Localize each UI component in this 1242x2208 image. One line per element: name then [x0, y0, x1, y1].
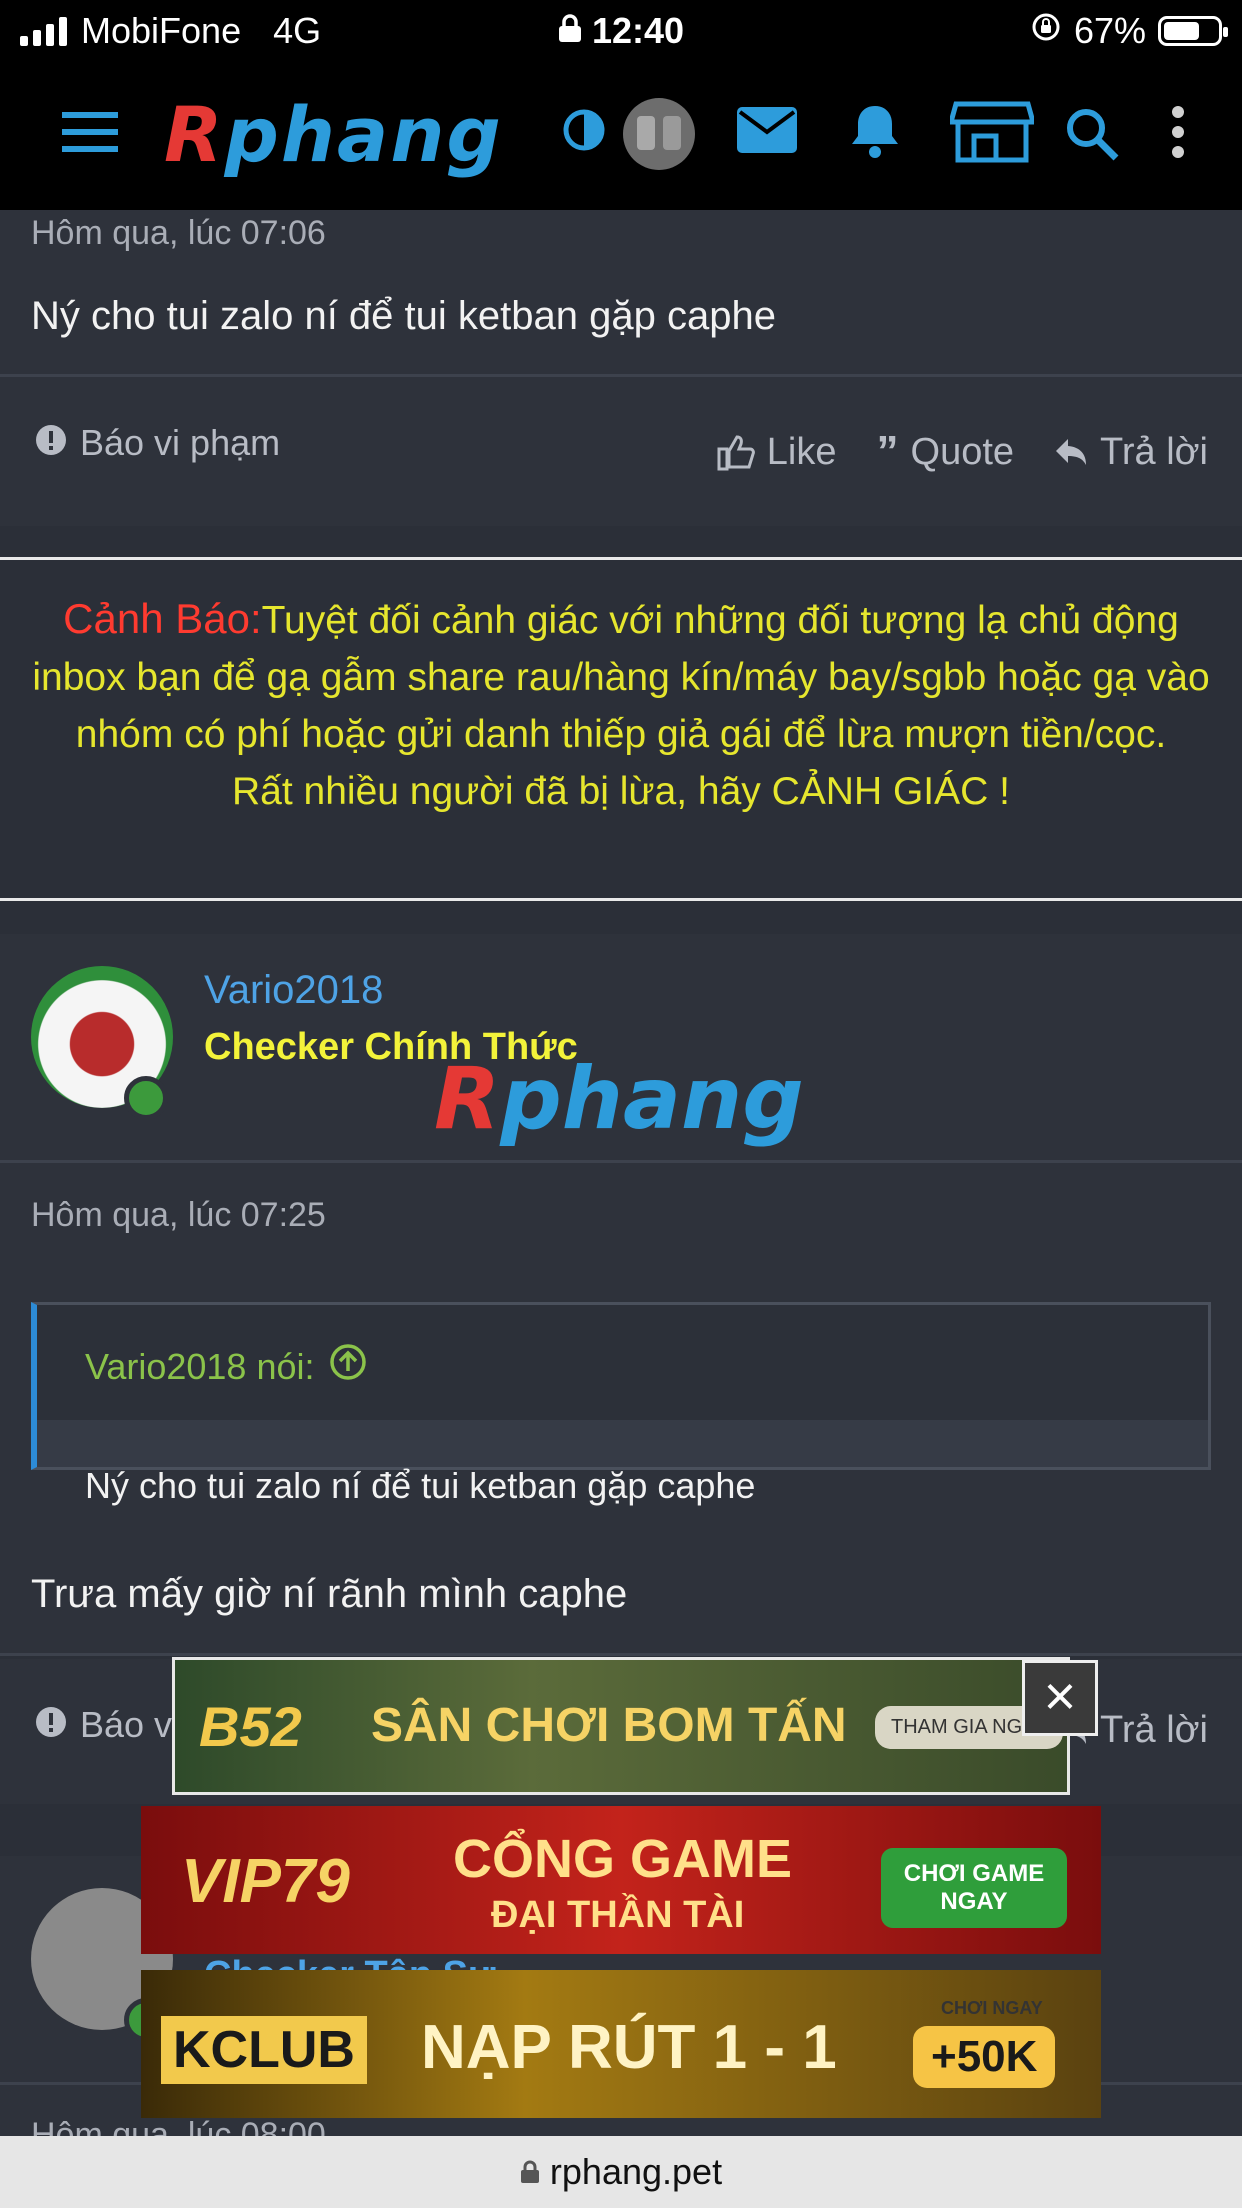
reply-label: Trả lời	[1100, 430, 1208, 473]
like-button[interactable]: Like	[717, 427, 837, 477]
close-ad-button[interactable]: ×	[1022, 1660, 1098, 1736]
post-message: Trưa mấy giờ ní rãnh mình caphe	[31, 1572, 628, 1616]
warning-text-2: Rất nhiều người đã bị lừa, hãy CẢNH GIÁC…	[232, 770, 1010, 813]
battery-percent: 67%	[1073, 10, 1146, 51]
url-domain: rphang.pet	[549, 2151, 723, 2192]
quote-author-link[interactable]: Vario2018 nói:	[85, 1343, 367, 1390]
online-status-icon	[124, 1076, 168, 1120]
warning-label: Cảnh Báo:	[63, 595, 262, 642]
divider	[0, 1653, 1242, 1656]
ad-cta: CHƠI GAME NGAY	[881, 1848, 1067, 1928]
post-2: Vario2018 Checker Chính Thức Rphang Hôm …	[0, 934, 1242, 1656]
quote-text: Ný cho tui zalo ní để tui ketban gặp cap…	[85, 1465, 756, 1506]
warning-icon	[36, 1704, 66, 1746]
theme-toggle-icon[interactable]	[562, 108, 606, 157]
username-link[interactable]: Vario2018	[204, 968, 383, 1013]
avatar[interactable]	[623, 98, 695, 175]
warning-icon	[36, 422, 66, 464]
thumbs-up-icon	[717, 433, 755, 471]
ad-brand: B52	[199, 1695, 302, 1758]
arrow-up-circle-icon[interactable]	[329, 1343, 367, 1390]
reply-icon	[1054, 437, 1088, 467]
quote-icon: ”	[876, 427, 899, 476]
status-bar: MobiFone 4G 12:40 67%	[0, 0, 1242, 62]
post-timestamp: Hôm qua, lúc 07:06	[31, 214, 326, 252]
site-logo[interactable]: Rphang	[164, 90, 503, 179]
quote-block: Vario2018 nói: Ný cho tui zalo ní để tui…	[31, 1302, 1211, 1506]
report-button[interactable]: Báo vi phạm	[36, 422, 280, 464]
ad-headline: NẠP RÚT 1 - 1	[421, 2013, 837, 2082]
post-timestamp: Hôm qua, lúc 07:25	[31, 1196, 326, 1234]
quote-button[interactable]: ” Quote	[877, 427, 1015, 477]
ad-headline: SÂN CHƠI BOM TẤN	[371, 1699, 847, 1752]
ad-subline: ĐẠI THẦN TÀI	[491, 1894, 745, 1936]
ad-banner-b52[interactable]: B52 SÂN CHƠI BOM TẤN THAM GIA NGAY	[172, 1657, 1070, 1795]
post-1: Hôm qua, lúc 07:06 Ný cho tui zalo ní để…	[0, 210, 1242, 526]
browser-url-bar[interactable]: rphang.pet	[0, 2136, 1242, 2208]
lock-icon	[520, 2151, 550, 2192]
reply-label: Trả lời	[1100, 1709, 1208, 1751]
more-options-icon[interactable]	[1170, 106, 1186, 163]
report-button[interactable]: Báo v	[36, 1704, 172, 1746]
clock: 12:40	[591, 10, 685, 51]
top-navbar: Rphang	[0, 62, 1242, 210]
ad-banner-vip79[interactable]: VIP79 CỔNG GAME ĐẠI THẦN TÀI CHƠI GAME N…	[141, 1806, 1101, 1954]
rotation-lock-icon	[1030, 10, 1062, 52]
ad-banner-kclub[interactable]: KCLUB NẠP RÚT 1 - 1 CHƠI NGAY +50K	[141, 1970, 1101, 2118]
ad-cta-top: CHƠI NGAY	[941, 1998, 1043, 2018]
bell-icon[interactable]	[848, 102, 902, 165]
scam-warning-notice: Cảnh Báo:Tuyệt đối cảnh giác với những đ…	[0, 557, 1242, 901]
lock-icon	[558, 10, 592, 51]
store-icon[interactable]	[947, 100, 1037, 169]
search-icon[interactable]	[1064, 106, 1120, 167]
ad-brand: KCLUB	[161, 2016, 367, 2084]
menu-icon[interactable]	[62, 110, 118, 159]
report-label: Báo v	[80, 1704, 173, 1745]
ad-headline: CỔNG GAME	[453, 1829, 793, 1889]
like-label: Like	[766, 430, 837, 473]
reply-button[interactable]: Trả lời	[1054, 427, 1208, 477]
mail-icon[interactable]	[736, 106, 798, 159]
watermark-logo: Rphang	[434, 1049, 804, 1149]
battery-icon	[1158, 16, 1228, 46]
quote-label: Quote	[910, 430, 1015, 473]
ad-brand: VIP79	[181, 1847, 350, 1916]
post-actions: Báo vi phạm Like ” Quote Trả lời	[0, 377, 1242, 522]
ad-cta: +50K	[913, 2026, 1056, 2088]
post-message: Ný cho tui zalo ní để tui ketban gặp cap…	[31, 294, 776, 338]
divider	[0, 1160, 1242, 1163]
report-label: Báo vi phạm	[80, 422, 281, 463]
